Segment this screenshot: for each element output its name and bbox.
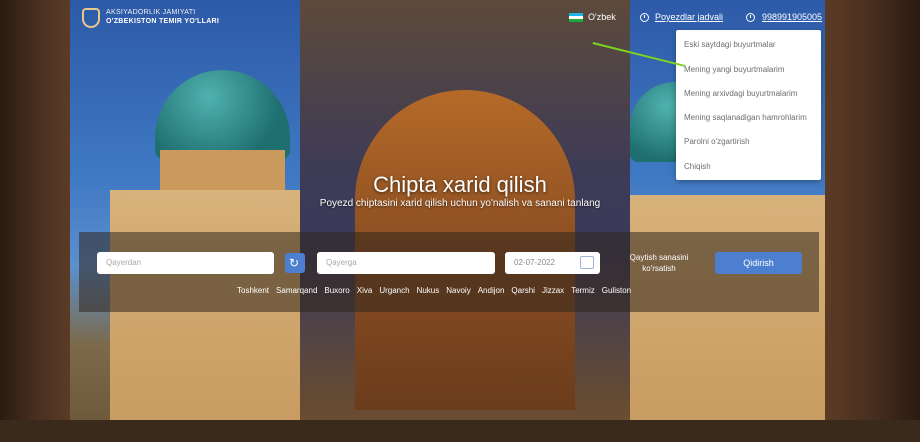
door-frame-left xyxy=(0,0,70,442)
city-link[interactable]: Toshkent xyxy=(237,286,269,295)
user-dropdown-menu: Eski saytdagi buyurtmalar Mening yangi b… xyxy=(676,30,821,180)
ground xyxy=(0,420,920,442)
to-station-input[interactable]: Qayerga xyxy=(317,252,495,274)
menu-item-new-orders[interactable]: Mening yangi buyurtmalarim xyxy=(684,65,785,74)
return-date-toggle[interactable]: Qaytish sanasini ko'rsatish xyxy=(618,252,700,274)
language-selector[interactable]: O'zbek xyxy=(569,12,616,22)
search-button[interactable]: Qidirish xyxy=(715,252,802,274)
door-frame-right xyxy=(825,0,920,442)
city-link[interactable]: Samarqand xyxy=(276,286,317,295)
city-link[interactable]: Nukus xyxy=(417,286,440,295)
city-link[interactable]: Termiz xyxy=(571,286,595,295)
city-link[interactable]: Jizzax xyxy=(542,286,564,295)
logo-line1[interactable]: AKSIYADORLIK JAMIYATI xyxy=(106,9,196,16)
uzbekistan-flag-icon xyxy=(569,12,583,22)
logo-line2[interactable]: O'ZBEKISTON TEMIR YO'LLARI xyxy=(106,18,219,25)
from-station-input[interactable]: Qayerdan xyxy=(97,252,274,274)
menu-item-saved-companions[interactable]: Mening saqlanadigan hamrohlarim xyxy=(684,113,807,122)
page-title: Chipta xarid qilish xyxy=(373,172,547,197)
user-phone: 998991905005 xyxy=(762,12,823,22)
popular-cities: Toshkent Samarqand Buxoro Xiva Urganch N… xyxy=(237,286,631,295)
city-link[interactable]: Navoiy xyxy=(446,286,470,295)
refresh-icon: ↻ xyxy=(289,256,300,270)
schedule-link[interactable]: Poyezdlar jadvali xyxy=(640,12,723,22)
menu-item-archived-orders[interactable]: Mening arxivdagi buyurtmalarim xyxy=(684,89,797,98)
clock-icon xyxy=(640,12,649,22)
city-link[interactable]: Buxoro xyxy=(324,286,349,295)
city-link[interactable]: Xiva xyxy=(357,286,373,295)
user-account-link[interactable]: 998991905005 xyxy=(746,12,822,22)
page-background: AKSIYADORLIK JAMIYATI O'ZBEKISTON TEMIR … xyxy=(0,0,920,442)
city-link[interactable]: Andijon xyxy=(478,286,505,295)
city-link[interactable]: Qarshi xyxy=(511,286,535,295)
city-link[interactable]: Urganch xyxy=(379,286,409,295)
schedule-label: Poyezdlar jadvali xyxy=(655,12,724,22)
user-icon xyxy=(746,12,755,22)
language-label: O'zbek xyxy=(588,12,616,22)
railway-emblem-icon[interactable] xyxy=(82,8,100,28)
swap-stations-button[interactable]: ↻ xyxy=(285,253,305,273)
page-subtitle: Poyezd chiptasini xarid qilish uchun yo'… xyxy=(319,198,601,209)
menu-item-change-password[interactable]: Parolni o'zgartirish xyxy=(684,137,750,146)
calendar-icon[interactable] xyxy=(580,256,594,269)
city-link[interactable]: Guliston xyxy=(602,286,631,295)
dome-left xyxy=(155,70,290,160)
menu-item-old-orders[interactable]: Eski saytdagi buyurtmalar xyxy=(684,40,776,49)
menu-item-logout[interactable]: Chiqish xyxy=(684,162,711,171)
